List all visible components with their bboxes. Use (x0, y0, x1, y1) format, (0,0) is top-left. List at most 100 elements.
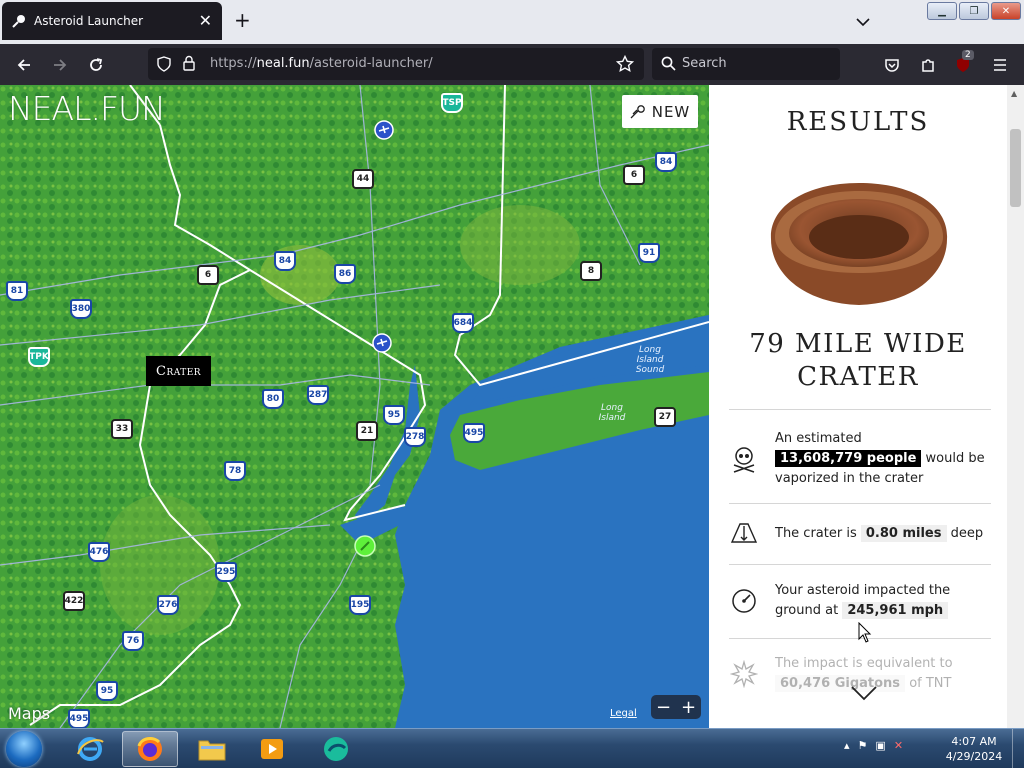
impact-map[interactable]: NEAL.FUN NEW Crater Long Island Sound Lo… (0, 85, 709, 728)
app-menu-button[interactable] (989, 54, 1011, 76)
apple-maps-label: Maps (8, 704, 51, 723)
highway-shield: 8 (580, 261, 602, 281)
tab-title: Asteroid Launcher (34, 14, 144, 28)
bookmark-star-icon[interactable] (615, 54, 635, 77)
scroll-down-chevron-icon[interactable] (850, 685, 878, 701)
highway-shield: 80 (262, 389, 284, 409)
list-all-tabs-button[interactable] (856, 12, 870, 31)
extensions-button[interactable] (917, 54, 939, 76)
chevron-down-icon (856, 18, 870, 27)
highway-shield: 295 (215, 562, 237, 582)
url-path: /asteroid-launcher/ (309, 56, 433, 71)
crater-width-line-1: 79 MILE WIDE (749, 329, 967, 359)
speed-value: 245,961 mph (842, 602, 949, 619)
highway-shield: 287 (307, 385, 329, 405)
vaporized-text: An estimated 13,608,779 people would be … (775, 429, 991, 489)
scroll-up-arrow-icon[interactable]: ▲ (1011, 89, 1017, 98)
highway-shield: 276 (157, 595, 179, 615)
network-icon[interactable]: ▣ (875, 739, 885, 752)
show-desktop-button[interactable] (1012, 729, 1024, 768)
airport-pin-icon[interactable] (374, 120, 394, 144)
crater-width-line-2: CRATER (797, 362, 919, 392)
neal-fun-logo[interactable]: NEAL.FUN (8, 89, 166, 128)
legal-link[interactable]: Legal (610, 708, 637, 719)
taskbar-internet-explorer[interactable] (62, 731, 118, 767)
apple-maps-attribution: Maps (8, 704, 50, 723)
search-bar[interactable]: Search (652, 48, 840, 80)
ublock-origin-button[interactable]: 2 (952, 50, 974, 76)
highway-shield: 84 (655, 152, 677, 172)
taskbar-media-player[interactable] (244, 731, 300, 767)
highway-shield: 27 (654, 407, 676, 427)
airport-pin-icon[interactable] (372, 333, 392, 357)
highway-shield: TPK (28, 347, 50, 367)
crater-depth-icon (729, 519, 759, 549)
depth-post: deep (950, 526, 984, 541)
explosion-icon (729, 659, 759, 689)
firefox-icon (137, 737, 162, 761)
pocket-button[interactable] (881, 54, 903, 76)
mouse-cursor-icon (858, 622, 872, 643)
window-close-button[interactable]: ✕ (991, 2, 1021, 20)
depth-text: The crater is 0.80 miles deep (775, 524, 983, 544)
tab-close-icon[interactable]: ✕ (199, 13, 212, 29)
highway-shield: 81 (6, 281, 28, 301)
minimize-button[interactable]: ▁ (927, 2, 957, 20)
highway-shield: 195 (349, 595, 371, 615)
taskbar-app[interactable] (308, 731, 364, 767)
taskbar-firefox[interactable] (122, 731, 178, 767)
reload-button[interactable] (85, 54, 107, 76)
highway-shield: 78 (224, 461, 246, 481)
crater-illustration (770, 183, 948, 305)
asteroid-favicon-icon (12, 14, 26, 28)
pocket-icon (885, 59, 899, 72)
highway-shield: 684 (452, 313, 474, 333)
skull-icon (729, 444, 759, 474)
forward-arrow-icon (54, 59, 67, 71)
restore-button[interactable]: ❐ (959, 2, 989, 20)
action-center-flag-icon[interactable]: ⚑ (858, 739, 868, 752)
tab-asteroid-launcher[interactable]: Asteroid Launcher ✕ (2, 2, 222, 40)
new-tab-button[interactable]: + (234, 10, 251, 30)
volume-muted-icon[interactable]: ✕ (894, 739, 903, 752)
taskbar-file-explorer[interactable] (184, 731, 240, 767)
search-icon (661, 56, 676, 75)
highway-shield: 422 (63, 591, 85, 611)
url-scheme: https:// (210, 56, 257, 71)
vaporized-pre: An estimated (775, 431, 862, 446)
depth-pre: The crater is (775, 526, 857, 541)
back-arrow-icon (17, 59, 30, 71)
show-hidden-icons-icon[interactable]: ▴ (844, 739, 850, 752)
system-tray: ▴ ⚑ ▣ ✕ (844, 739, 903, 752)
shield-icon[interactable] (156, 56, 172, 76)
scrollbar-thumb[interactable] (1010, 129, 1021, 207)
highway-shield: 495 (463, 423, 485, 443)
vaporized-value: 13,608,779 people (775, 450, 922, 467)
highway-shield: 76 (122, 631, 144, 651)
page-scrollbar[interactable]: ▲ (1007, 85, 1024, 728)
new-asteroid-button[interactable]: NEW (622, 95, 698, 128)
stat-vaporized: An estimated 13,608,779 people would be … (729, 429, 991, 489)
highway-shield: 44 (352, 169, 374, 189)
speed-text: Your asteroid impacted the ground at 245… (775, 581, 991, 621)
folder-icon (198, 740, 226, 761)
window-controls: ▁ ❐ ✕ (927, 2, 1021, 20)
highway-shield: 380 (70, 299, 92, 319)
highway-shield: 6 (197, 265, 219, 285)
results-heading: RESULTS (786, 107, 930, 137)
highway-shield: 6 (623, 165, 645, 185)
lock-icon[interactable] (182, 55, 196, 75)
start-button[interactable] (6, 731, 42, 767)
divider (729, 564, 991, 565)
back-button[interactable] (13, 54, 35, 76)
tab-strip: Asteroid Launcher ✕ + ▁ ❐ ✕ (0, 0, 1024, 44)
zoom-in-button[interactable]: + (681, 697, 696, 718)
url-bar[interactable]: https://neal.fun/asteroid-launcher/ (148, 48, 644, 80)
forward-button[interactable] (49, 54, 71, 76)
asteroid-icon (630, 104, 645, 118)
taskbar-clock[interactable]: 4:07 AM 4/29/2024 (944, 734, 1004, 764)
energy-post: of TNT (909, 676, 952, 691)
divider (729, 409, 991, 410)
zoom-out-button[interactable]: − (656, 697, 671, 718)
impact-marker-icon[interactable] (354, 535, 376, 561)
